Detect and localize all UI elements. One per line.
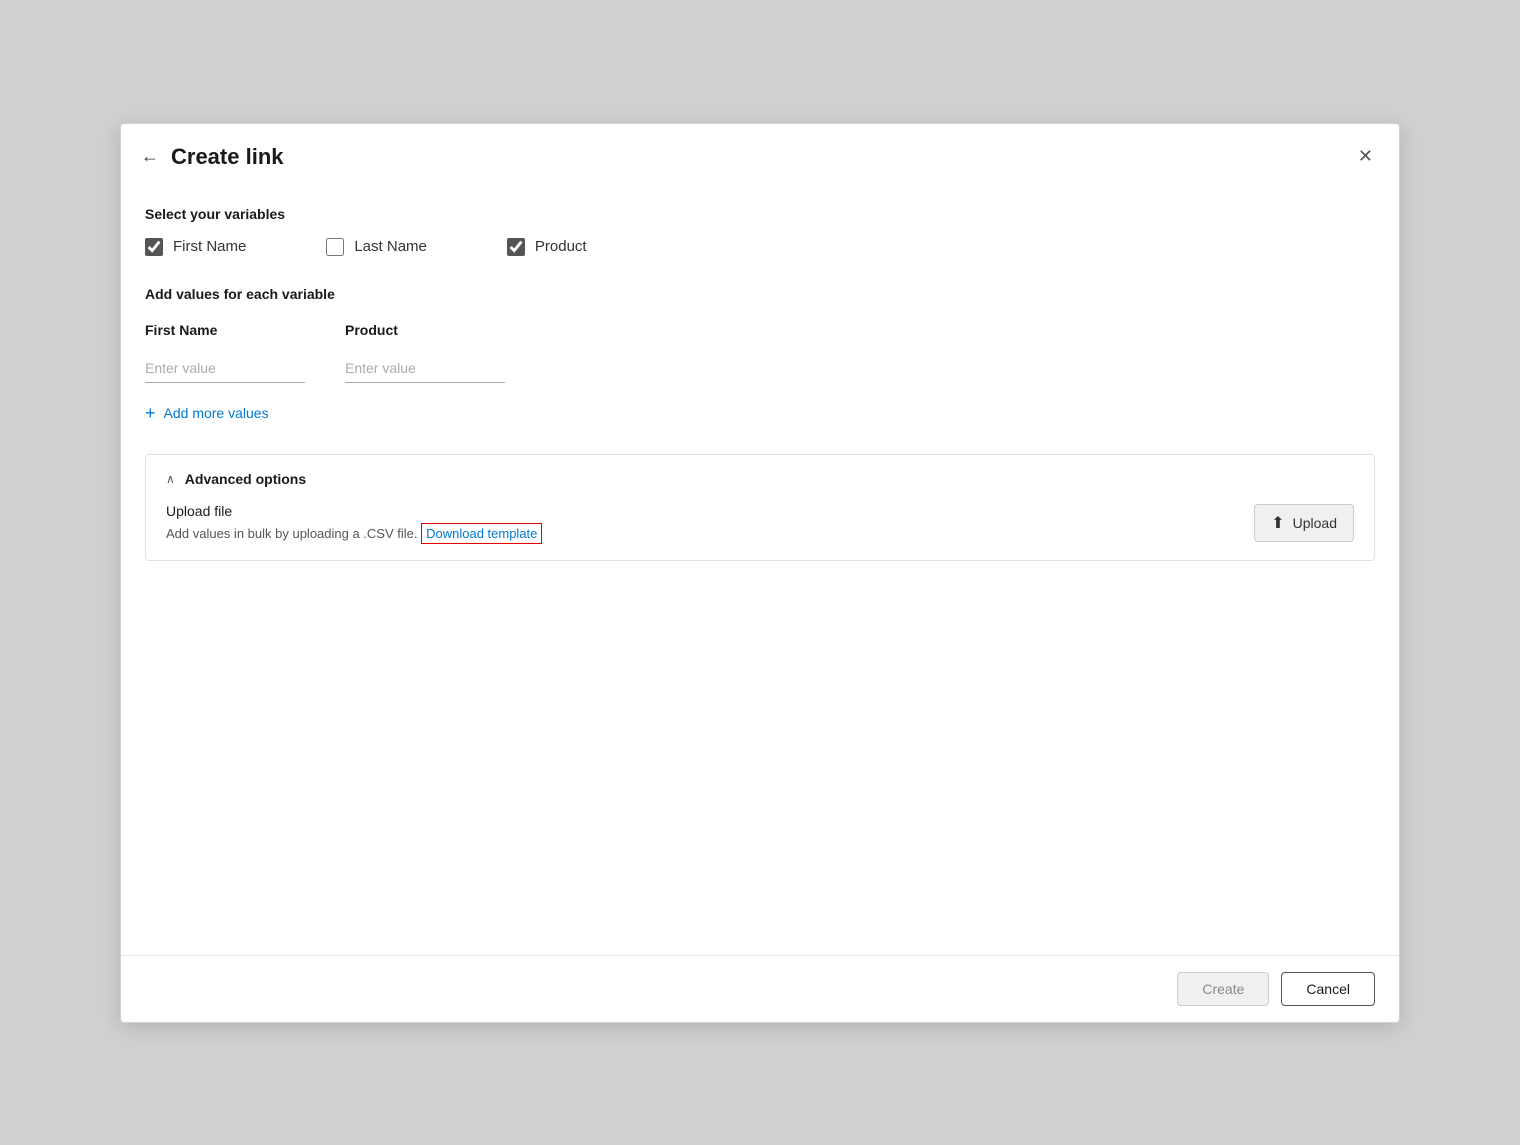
upload-button-label: Upload xyxy=(1293,515,1337,531)
close-button[interactable]: ✕ xyxy=(1352,142,1379,171)
back-arrow-icon[interactable]: ← xyxy=(141,146,159,167)
add-more-values-label: Add more values xyxy=(164,405,269,421)
first-name-checkbox[interactable] xyxy=(145,238,163,256)
create-link-dialog: ← Create link ✕ Select your variables Fi… xyxy=(120,123,1400,1023)
dialog-body: Select your variables First Name Last Na… xyxy=(121,186,1399,955)
upload-icon: ⬆ xyxy=(1271,513,1284,533)
product-checkbox[interactable] xyxy=(507,238,525,256)
dialog-title: Create link xyxy=(171,144,284,170)
dialog-overlay: ← Create link ✕ Select your variables Fi… xyxy=(0,0,1520,1145)
product-label: Product xyxy=(535,238,587,255)
plus-icon: + xyxy=(145,403,156,424)
product-col-label: Product xyxy=(345,322,505,338)
add-values-title: Add values for each variable xyxy=(145,286,1375,302)
dialog-header: ← Create link ✕ xyxy=(121,124,1399,186)
variable-first-name[interactable]: First Name xyxy=(145,238,246,256)
upload-file-description: Add values in bulk by uploading a .CSV f… xyxy=(166,523,542,544)
chevron-icon: ∧ xyxy=(166,472,175,486)
value-fields-row: First Name Product xyxy=(145,322,1375,383)
advanced-options-section: ∧ Advanced options Upload file Add value… xyxy=(145,454,1375,561)
upload-button[interactable]: ⬆ Upload xyxy=(1254,504,1354,542)
upload-file-info: Upload file Add values in bulk by upload… xyxy=(166,503,542,544)
add-more-values-button[interactable]: + Add more values xyxy=(145,403,269,424)
first-name-field-group: First Name xyxy=(145,322,305,383)
download-template-link[interactable]: Download template xyxy=(421,523,542,544)
variables-row: First Name Last Name Product xyxy=(145,238,1375,256)
upload-description-text: Add values in bulk by uploading a .CSV f… xyxy=(166,526,421,541)
product-field-group: Product xyxy=(345,322,505,383)
variable-product[interactable]: Product xyxy=(507,238,587,256)
last-name-label: Last Name xyxy=(354,238,427,255)
first-name-col-label: First Name xyxy=(145,322,305,338)
upload-file-title: Upload file xyxy=(166,503,542,519)
select-variables-label: Select your variables xyxy=(145,206,1375,222)
upload-file-row: Upload file Add values in bulk by upload… xyxy=(166,503,1354,544)
dialog-footer: Create Cancel xyxy=(121,955,1399,1022)
product-input[interactable] xyxy=(345,354,505,383)
last-name-checkbox[interactable] xyxy=(326,238,344,256)
advanced-options-label: Advanced options xyxy=(185,471,306,487)
add-values-section: Add values for each variable First Name … xyxy=(145,286,1375,424)
create-button[interactable]: Create xyxy=(1177,972,1269,1006)
advanced-options-header[interactable]: ∧ Advanced options xyxy=(166,471,1354,487)
first-name-input[interactable] xyxy=(145,354,305,383)
cancel-button[interactable]: Cancel xyxy=(1281,972,1375,1006)
first-name-label: First Name xyxy=(173,238,246,255)
variable-last-name[interactable]: Last Name xyxy=(326,238,427,256)
